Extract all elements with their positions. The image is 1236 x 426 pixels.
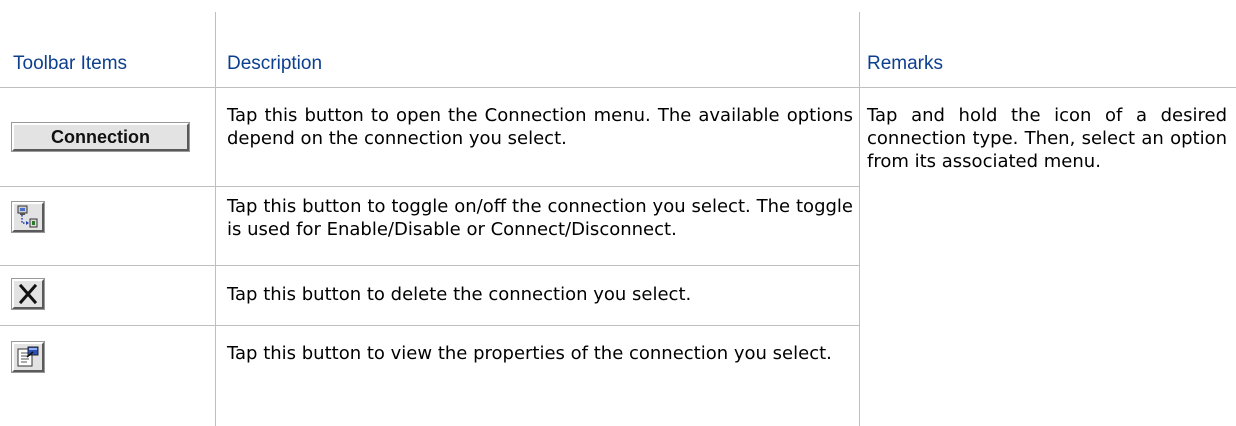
properties-icon [12,342,44,372]
header-toolbar-items: Toolbar Items [13,53,128,74]
row-divider-2 [0,265,859,266]
remarks-text: Tap and hold the icon of a desired conne… [867,105,1227,172]
description-row-4: Tap this button to view the properties o… [227,343,832,364]
delete-x-icon [12,279,44,309]
row-divider-3 [0,325,859,326]
header-divider [0,87,1236,88]
column-divider-left [215,12,216,426]
column-divider-right [859,12,860,426]
description-row-1: Tap this button to open the Connection m… [227,105,853,149]
description-row-3: Tap this button to delete the connection… [227,284,692,305]
row-divider-1 [0,186,859,187]
connection-button: Connection [12,123,189,151]
header-remarks: Remarks [867,53,944,74]
toggle-connection-icon [12,202,44,232]
header-description: Description [227,53,323,74]
description-row-2: Tap this button to toggle on/off the con… [227,196,853,240]
